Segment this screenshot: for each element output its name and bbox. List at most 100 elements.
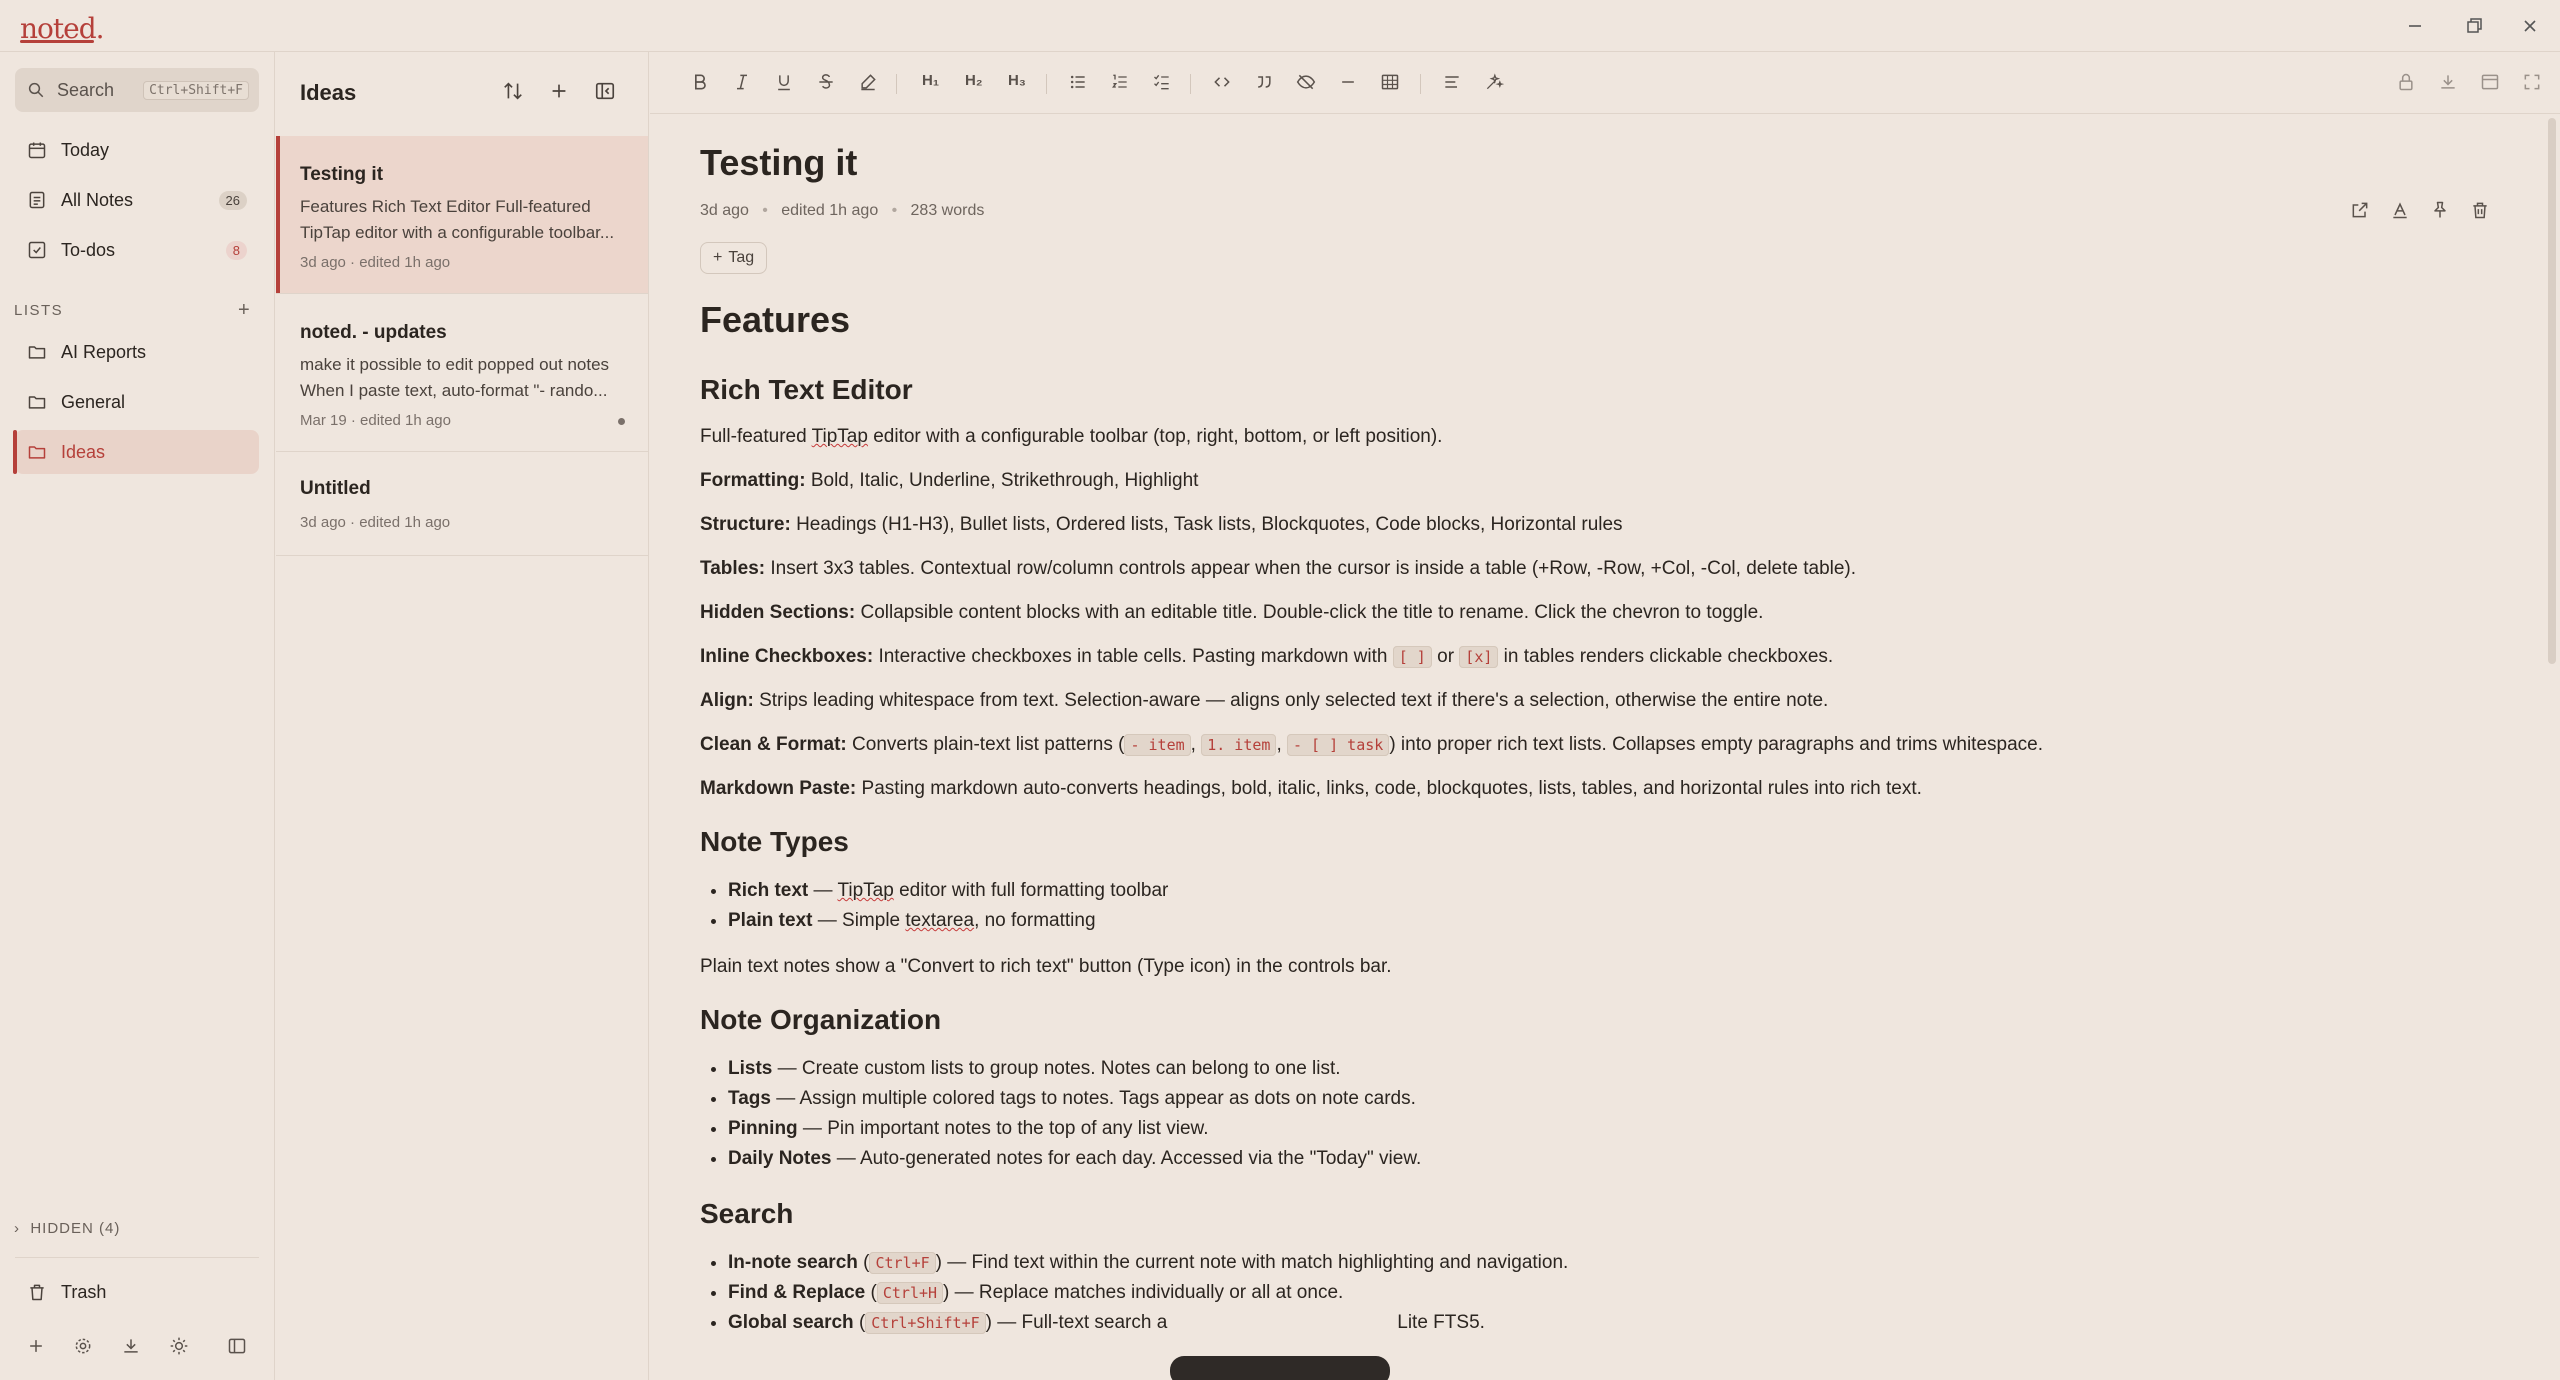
theme-icon[interactable] [169, 1336, 189, 1356]
hidden-lists-label: HIDDEN (4) [30, 1220, 121, 1237]
add-tag-label: Tag [728, 249, 755, 266]
toolbar-divider [896, 74, 897, 94]
folder-icon [27, 442, 47, 462]
bold-icon[interactable] [690, 72, 710, 92]
collapse-sidebar-icon[interactable] [227, 1336, 247, 1356]
hidden-lists-toggle[interactable]: › HIDDEN (4) [14, 1220, 120, 1237]
sort-icon[interactable] [502, 80, 524, 102]
note-card[interactable]: noted. - updates make it possible to edi… [276, 294, 648, 452]
heading2-icon[interactable]: H₂ [965, 72, 983, 89]
delete-icon[interactable] [2470, 200, 2490, 220]
ordered-list-icon[interactable] [1110, 72, 1130, 92]
edited-date: edited 1h ago [781, 202, 879, 219]
add-note-icon[interactable] [548, 80, 570, 102]
active-indicator [13, 430, 17, 474]
heading-note-organization: Note Organization [700, 1004, 942, 1035]
note-card[interactable]: Testing it Features Rich Text Editor Ful… [276, 136, 648, 294]
download-icon[interactable] [121, 1336, 141, 1356]
close-icon[interactable] [2518, 14, 2542, 38]
toolbar-divider [1420, 74, 1421, 94]
add-note-icon[interactable] [26, 1336, 46, 1356]
list-item: Daily Notes — Auto-generated notes for e… [728, 1144, 2500, 1174]
list-item: Plain text — Simple textarea, no formatt… [728, 906, 2500, 936]
word-count: 283 words [910, 202, 985, 219]
title-bar: noted. [0, 0, 2560, 52]
note-icon [27, 190, 47, 210]
pop-out-icon[interactable] [2350, 200, 2370, 220]
paragraph: Full-featured TipTap editor with a confi… [700, 426, 1443, 447]
table-icon[interactable] [1380, 72, 1400, 92]
meta-separator: • [753, 202, 777, 219]
nav-today[interactable]: Today [15, 128, 259, 172]
lists-header: LISTS [14, 302, 64, 319]
paragraph: Hidden Sections: Collapsible content blo… [700, 602, 1764, 623]
all-notes-count: 26 [218, 190, 247, 210]
logo-underline [20, 40, 94, 43]
fullscreen-icon[interactable] [2522, 72, 2542, 92]
text-type-icon[interactable] [2390, 200, 2410, 220]
nav-today-label: Today [61, 139, 110, 160]
note-title[interactable]: Testing it [700, 142, 857, 184]
add-tag-button[interactable]: + Tag [700, 242, 768, 274]
paragraph: Tables: Insert 3x3 tables. Contextual ro… [700, 558, 1857, 579]
note-card-title: Untitled [300, 478, 371, 499]
list-general-label: General [61, 391, 126, 412]
nav-trash[interactable]: Trash [15, 1270, 259, 1314]
align-icon[interactable] [1442, 72, 1462, 92]
list-item: Pinning — Pin important notes to the top… [728, 1114, 2500, 1144]
strikethrough-icon[interactable] [816, 72, 836, 92]
floating-controls-bar[interactable] [1170, 1356, 1390, 1380]
clean-format-icon[interactable] [1484, 72, 1504, 92]
paragraph: Inline Checkboxes: Interactive checkboxe… [700, 646, 1834, 668]
minimize-icon[interactable] [2403, 14, 2427, 38]
nav-todos[interactable]: To-dos 8 [15, 228, 259, 272]
toolbar-position-icon[interactable] [2480, 72, 2500, 92]
note-list: Ideas Testing it Features Rich Text Edit… [276, 52, 649, 1380]
search-list: In-note search (Ctrl+F) — Find text with… [728, 1248, 2500, 1338]
underline-icon[interactable] [774, 72, 794, 92]
hidden-section-icon[interactable] [1296, 72, 1316, 92]
checkbox-icon [27, 240, 47, 260]
nav-trash-label: Trash [61, 1281, 107, 1302]
note-content[interactable]: Features Rich Text Editor Full-featured … [700, 290, 2500, 1356]
heading1-icon[interactable]: H₁ [922, 72, 939, 89]
settings-icon[interactable] [73, 1336, 93, 1356]
heading3-icon[interactable]: H₃ [1008, 72, 1026, 89]
heading-note-types: Note Types [700, 826, 849, 857]
pin-icon[interactable] [2430, 200, 2450, 220]
code-icon[interactable] [1212, 72, 1232, 92]
horizontal-rule-icon[interactable] [1338, 72, 1358, 92]
list-item: Tags — Assign multiple colored tags to n… [728, 1084, 2500, 1114]
note-meta: 3d ago • edited 1h ago • 283 words [700, 202, 984, 220]
folder-icon [27, 392, 47, 412]
bullet-list-icon[interactable] [1068, 72, 1088, 92]
heading-features: Features [700, 299, 851, 340]
sidebar-divider [15, 1257, 259, 1258]
export-icon[interactable] [2438, 72, 2458, 92]
list-item: Lists — Create custom lists to group not… [728, 1054, 2500, 1084]
highlight-icon[interactable] [858, 72, 878, 92]
blockquote-icon[interactable] [1254, 72, 1274, 92]
note-card[interactable]: Untitled 3d ago · edited 1h ago [276, 452, 648, 556]
heading-rich-text-editor: Rich Text Editor [700, 374, 913, 405]
add-list-button[interactable]: + [238, 299, 250, 322]
list-ai-reports[interactable]: AI Reports [15, 330, 259, 374]
heading-search: Search [700, 1198, 794, 1229]
search-button[interactable]: Search Ctrl+Shift+F [15, 68, 259, 112]
list-item: In-note search (Ctrl+F) — Find text with… [728, 1248, 2500, 1278]
task-list-icon[interactable] [1152, 72, 1172, 92]
list-ideas[interactable]: Ideas [15, 430, 259, 474]
lock-icon[interactable] [2396, 72, 2416, 92]
restore-icon[interactable] [2462, 14, 2486, 38]
italic-icon[interactable] [732, 72, 752, 92]
created-date: 3d ago [700, 202, 749, 219]
list-item: Rich text — TipTap editor with full form… [728, 876, 2500, 906]
list-general[interactable]: General [15, 380, 259, 424]
nav-all-notes[interactable]: All Notes 26 [15, 178, 259, 222]
nav-todos-label: To-dos [61, 239, 116, 260]
collapse-list-icon[interactable] [594, 80, 616, 102]
search-label: Search [57, 80, 115, 100]
note-card-date: Mar 19 · edited 1h ago [300, 412, 451, 429]
paragraph: Align: Strips leading whitespace from te… [700, 690, 1829, 711]
scrollbar[interactable] [2548, 118, 2556, 664]
